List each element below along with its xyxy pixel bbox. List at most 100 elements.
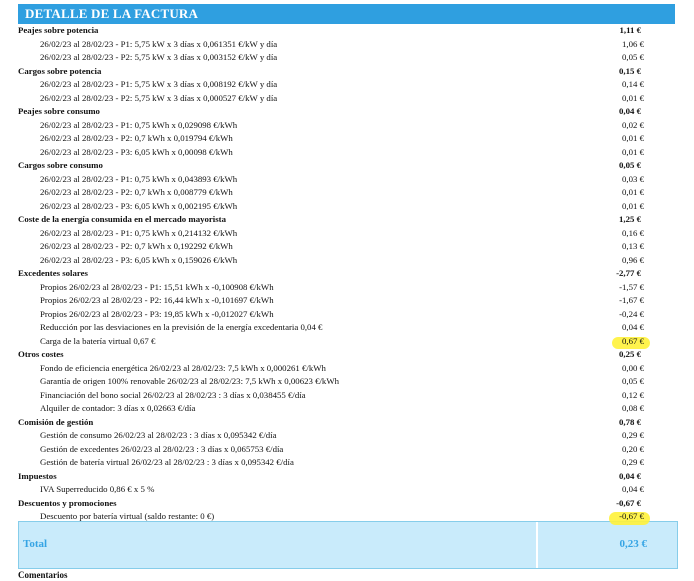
line-item-row: Propios 26/02/23 al 28/02/23 - P2: 16,44… — [0, 294, 694, 308]
line-item-label: 26/02/23 al 28/02/23 - P2: 0,7 kWh x 0,0… — [40, 133, 233, 143]
line-item-row: Propios 26/02/23 al 28/02/23 - P3: 19,85… — [0, 308, 694, 322]
total-amount: 0,23 € — [619, 538, 648, 550]
line-item-amount: 0,29 € — [622, 430, 644, 440]
section-row: Coste de la energía consumida en el merc… — [0, 213, 694, 227]
section-row: Descuentos y promociones -0,67 € — [0, 497, 694, 511]
line-item-row: Alquiler de contador: 3 días x 0,02663 €… — [0, 402, 694, 416]
section-label: Cargos sobre consumo — [18, 160, 103, 170]
section-amount: 0,78 € — [619, 416, 641, 427]
line-item-label: 26/02/23 al 28/02/23 - P2: 0,7 kWh x 0,0… — [40, 187, 233, 197]
line-item-amount: 0,05 € — [622, 376, 644, 386]
line-item-row: Reducción por las desviaciones en la pre… — [0, 321, 694, 335]
line-item-row: 26/02/23 al 28/02/23 - P2: 0,7 kWh x 0,1… — [0, 240, 694, 254]
section-row: Comisión de gestión 0,78 € — [0, 416, 694, 430]
line-item-row: 26/02/23 al 28/02/23 - P1: 0,75 kWh x 0,… — [0, 173, 694, 187]
line-item-label: Gestión de batería virtual 26/02/23 al 2… — [40, 457, 294, 467]
section-label: Cargos sobre potencia — [18, 65, 102, 76]
line-item-row: 26/02/23 al 28/02/23 - P1: 5,75 kW x 3 d… — [0, 78, 694, 92]
line-item-amount: 1,06 € — [622, 38, 644, 49]
line-item-amount: -0,67 € — [609, 510, 650, 524]
line-item-row: 26/02/23 al 28/02/23 - P3: 6,05 kWh x 0,… — [0, 200, 694, 214]
line-item-label: 26/02/23 al 28/02/23 - P2: 5,75 kW x 3 d… — [40, 52, 278, 62]
section-amount: -0,67 € — [616, 497, 641, 508]
line-item-amount: 0,20 € — [622, 443, 644, 454]
line-item-row: Financiación del bono social 26/02/23 al… — [0, 389, 694, 403]
line-item-row: IVA Superreducido 0,86 € x 5 % 0,04 € — [0, 483, 694, 497]
section-row: Excedentes solares -2,77 € — [0, 267, 694, 281]
line-item-amount: 0,01 € — [622, 133, 644, 143]
section-amount: 0,04 € — [619, 106, 641, 116]
line-item-amount: -0,24 € — [619, 308, 644, 319]
line-item-amount: 0,05 € — [622, 52, 644, 62]
line-item-amount: -1,57 € — [619, 281, 644, 292]
line-item-amount: 0,08 € — [622, 403, 644, 413]
line-item-label: Garantía de origen 100% renovable 26/02/… — [40, 376, 340, 386]
line-item-amount: 0,96 € — [622, 254, 644, 265]
invoice-line-items: Peajes sobre potencia 1,11 € 26/02/23 al 2… — [0, 24, 694, 524]
line-item-amount: 0,01 € — [622, 187, 644, 197]
line-item-amount: 0,29 € — [622, 457, 644, 467]
section-label: Comisión de gestión — [18, 416, 94, 427]
line-item-row: 26/02/23 al 28/02/23 - P1: 0,75 kWh x 0,… — [0, 119, 694, 133]
line-item-amount: 0,16 € — [622, 227, 644, 238]
line-item-row: Fondo de eficiencia energética 26/02/23 … — [0, 362, 694, 376]
line-item-row: 26/02/23 al 28/02/23 - P1: 5,75 kW x 3 d… — [0, 38, 694, 52]
section-row: Peajes sobre potencia 1,11 € — [0, 24, 694, 38]
total-divider — [536, 522, 538, 568]
section-row: Impuestos 0,04 € — [0, 470, 694, 484]
section-label: Coste de la energía consumida en el merc… — [18, 214, 227, 224]
line-item-amount: 0,01 € — [622, 92, 644, 103]
section-amount: -2,77 € — [616, 268, 641, 278]
line-item-row: 26/02/23 al 28/02/23 - P2: 5,75 kW x 3 d… — [0, 51, 694, 65]
line-item-label: 26/02/23 al 28/02/23 - P1: 0,75 kWh x 0,… — [40, 119, 238, 130]
line-item-label: Propios 26/02/23 al 28/02/23 - P3: 19,85… — [40, 308, 274, 319]
line-item-row: Gestión de consumo 26/02/23 al 28/02/23 … — [0, 429, 694, 443]
line-item-row: Propios 26/02/23 al 28/02/23 - P1: 15,51… — [0, 281, 694, 295]
section-amount: 0,25 € — [619, 349, 641, 359]
line-item-amount: 0,00 € — [622, 362, 644, 373]
line-item-amount: 0,04 € — [622, 322, 644, 332]
line-item-label: 26/02/23 al 28/02/23 - P2: 0,7 kWh x 0,1… — [40, 241, 233, 251]
section-row: Peajes sobre consumo 0,04 € — [0, 105, 694, 119]
line-item-row: 26/02/23 al 28/02/23 - P1: 0,75 kWh x 0,… — [0, 227, 694, 241]
line-item-label: 26/02/23 al 28/02/23 - P3: 6,05 kWh x 0,… — [40, 146, 233, 157]
line-item-label: 26/02/23 al 28/02/23 - P3: 6,05 kWh x 0,… — [40, 200, 238, 211]
line-item-row: 26/02/23 al 28/02/23 - P3: 6,05 kWh x 0,… — [0, 254, 694, 268]
line-item-row: 26/02/23 al 28/02/23 - P2: 0,7 kWh x 0,0… — [0, 132, 694, 146]
section-amount: 0,04 € — [619, 470, 641, 481]
line-item-label: Gestión de consumo 26/02/23 al 28/02/23 … — [40, 430, 277, 440]
comments-heading: Comentarios — [18, 570, 68, 580]
line-item-amount: 0,13 € — [622, 241, 644, 251]
section-amount: 1,11 € — [619, 25, 641, 35]
line-item-label: Reducción por las desviaciones en la pre… — [40, 322, 323, 332]
line-item-label: 26/02/23 al 28/02/23 - P3: 6,05 kWh x 0,… — [40, 254, 238, 265]
line-item-label: IVA Superreducido 0,86 € x 5 % — [40, 484, 155, 494]
line-item-row: 26/02/23 al 28/02/23 - P3: 6,05 kWh x 0,… — [0, 146, 694, 160]
section-amount: 0,15 € — [619, 65, 641, 76]
line-item-row: Garantía de origen 100% renovable 26/02/… — [0, 375, 694, 389]
invoice-detail-title: DETALLE DE LA FACTURA — [25, 6, 199, 21]
section-label: Peajes sobre consumo — [18, 106, 100, 116]
line-item-amount: 0,01 € — [622, 146, 644, 157]
line-item-row: 26/02/23 al 28/02/23 - P2: 0,7 kWh x 0,0… — [0, 186, 694, 200]
line-item-label: Financiación del bono social 26/02/23 al… — [40, 389, 306, 400]
line-item-row: Gestión de excedentes 26/02/23 al 28/02/… — [0, 443, 694, 457]
line-item-label: Carga de la batería virtual 0,67 € — [40, 335, 156, 346]
section-label: Impuestos — [18, 470, 57, 481]
section-label: Peajes sobre potencia — [18, 25, 99, 35]
section-row: Cargos sobre potencia 0,15 € — [0, 65, 694, 79]
section-label: Excedentes solares — [18, 268, 88, 278]
total-label: Total — [23, 538, 48, 550]
line-item-label: 26/02/23 al 28/02/23 - P1: 5,75 kW x 3 d… — [40, 79, 278, 89]
line-item-amount: 0,02 € — [622, 119, 644, 130]
section-amount: 0,05 € — [619, 160, 641, 170]
section-row: Otros costes 0,25 € — [0, 348, 694, 362]
line-item-amount: -1,67 € — [619, 295, 644, 305]
invoice-detail-header: DETALLE DE LA FACTURA — [18, 4, 675, 24]
section-row: Cargos sobre consumo 0,05 € — [0, 159, 694, 173]
line-item-label: Fondo de eficiencia energética 26/02/23 … — [40, 362, 326, 373]
line-item-row: 26/02/23 al 28/02/23 - P2: 5,75 kW x 3 d… — [0, 92, 694, 106]
section-label: Descuentos y promociones — [18, 497, 117, 508]
line-item-amount: 0,12 € — [622, 389, 644, 400]
line-item-amount: 0,04 € — [622, 484, 644, 494]
